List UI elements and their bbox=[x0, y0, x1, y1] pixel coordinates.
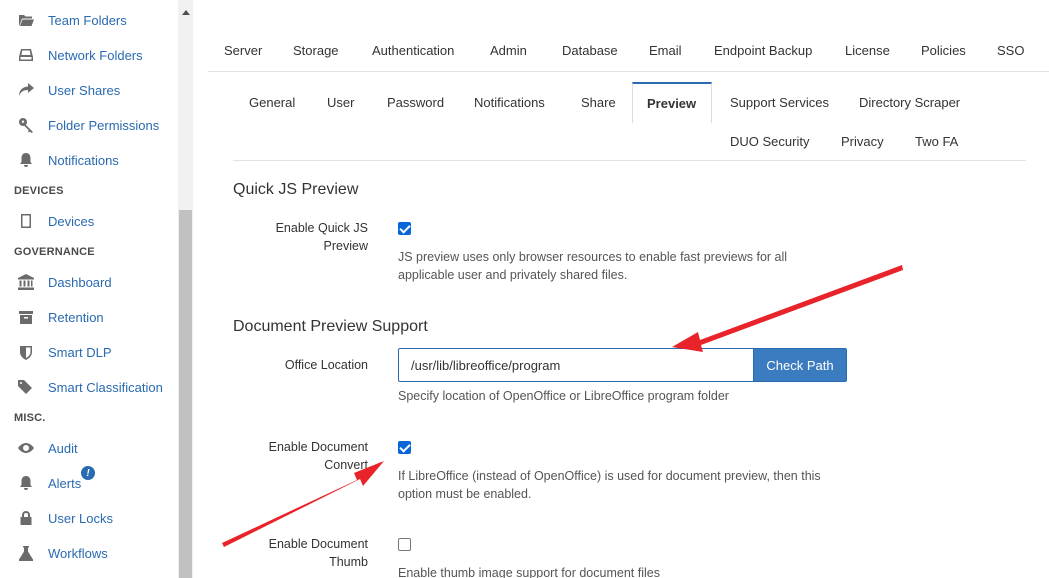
sidebar-item-label: User Shares bbox=[48, 82, 121, 98]
divider bbox=[233, 160, 1026, 161]
bell-icon bbox=[17, 151, 35, 169]
doc-thumb-label: Enable Document Thumb bbox=[193, 535, 368, 571]
settings-panel: Server Storage Authentication Admin Data… bbox=[193, 0, 1049, 578]
label-line: Enable Document bbox=[268, 440, 368, 454]
tab-license[interactable]: License bbox=[845, 43, 890, 58]
sidebar-item-retention[interactable]: Retention bbox=[0, 302, 178, 332]
sidebar-scrollbar[interactable] bbox=[178, 0, 193, 578]
sidebar-item-user-locks[interactable]: User Locks bbox=[0, 503, 178, 533]
tab-policies[interactable]: Policies bbox=[921, 43, 966, 58]
doc-convert-checkbox[interactable] bbox=[398, 441, 411, 454]
doc-thumb-checkbox[interactable] bbox=[398, 538, 411, 551]
tags-icon bbox=[17, 378, 35, 396]
subtab-password[interactable]: Password bbox=[387, 95, 444, 110]
eye-icon bbox=[17, 439, 35, 457]
office-location-label: Office Location bbox=[284, 358, 368, 372]
folder-open-icon bbox=[17, 11, 35, 29]
office-location-help: Specify location of OpenOffice or LibreO… bbox=[398, 389, 729, 403]
tab-database[interactable]: Database bbox=[562, 43, 618, 58]
sidebar-item-audit[interactable]: Audit bbox=[0, 433, 178, 463]
section-governance: GOVERNANCE bbox=[14, 246, 95, 258]
sidebar-item-team-folders[interactable]: Team Folders bbox=[0, 5, 178, 35]
sidebar-item-workflows[interactable]: Workflows bbox=[0, 538, 178, 568]
tab-authentication[interactable]: Authentication bbox=[372, 43, 454, 58]
sidebar-item-folder-permissions[interactable]: Folder Permissions bbox=[0, 110, 178, 140]
sidebar-item-label: Audit bbox=[48, 440, 78, 456]
section-title-doc-preview: Document Preview Support bbox=[233, 318, 428, 335]
sidebar-item-alerts[interactable]: Alerts ! bbox=[0, 466, 178, 498]
sidebar-item-label: Retention bbox=[48, 309, 104, 325]
subtab-share[interactable]: Share bbox=[581, 95, 616, 110]
lock-icon bbox=[17, 509, 35, 527]
label-line: Thumb bbox=[329, 555, 368, 569]
sidebar-item-label: Team Folders bbox=[48, 12, 127, 28]
shield-icon bbox=[17, 343, 35, 361]
scroll-up-arrow-icon[interactable] bbox=[178, 6, 193, 18]
sidebar-item-label: Workflows bbox=[48, 545, 108, 561]
sidebar-item-label: Folder Permissions bbox=[48, 117, 160, 133]
sidebar-item-label: Smart Classification bbox=[48, 379, 163, 395]
sidebar-item-dashboard[interactable]: Dashboard bbox=[0, 267, 178, 297]
sidebar-item-label: Alerts bbox=[48, 475, 82, 491]
tab-endpoint-backup[interactable]: Endpoint Backup bbox=[714, 43, 812, 58]
label-line: Enable Document bbox=[268, 537, 368, 551]
hdd-icon bbox=[17, 46, 35, 64]
tab-email[interactable]: Email bbox=[649, 43, 682, 58]
tab-storage[interactable]: Storage bbox=[293, 43, 339, 58]
doc-convert-label: Enable Document Convert bbox=[193, 438, 368, 474]
section-misc: MISC. bbox=[14, 412, 46, 424]
sidebar: Team Folders Network Folders User Shares… bbox=[0, 0, 178, 578]
sidebar-item-label: Notifications bbox=[48, 152, 119, 168]
sidebar-item-label: Network Folders bbox=[48, 47, 143, 63]
sidebar-item-notifications[interactable]: Notifications bbox=[0, 145, 178, 175]
subtab-support-services[interactable]: Support Services bbox=[730, 95, 829, 110]
subtab-directory-scraper[interactable]: Directory Scraper bbox=[859, 95, 960, 110]
sidebar-item-smart-classification[interactable]: Smart Classification bbox=[0, 372, 178, 402]
share-icon bbox=[17, 81, 35, 99]
label-line: Convert bbox=[324, 458, 368, 472]
bank-icon bbox=[17, 273, 35, 291]
tab-server[interactable]: Server bbox=[224, 43, 262, 58]
sidebar-item-user-shares[interactable]: User Shares bbox=[0, 75, 178, 105]
tablet-icon bbox=[17, 212, 35, 230]
quick-js-checkbox[interactable] bbox=[398, 222, 411, 235]
sidebar-item-devices[interactable]: Devices bbox=[0, 206, 178, 236]
top-tabs: Server Storage Authentication Admin Data… bbox=[208, 28, 1049, 72]
scroll-thumb[interactable] bbox=[179, 210, 192, 578]
sidebar-item-smart-dlp[interactable]: Smart DLP bbox=[0, 337, 178, 367]
sidebar-item-label: Dashboard bbox=[48, 274, 112, 290]
section-devices: DEVICES bbox=[14, 185, 64, 197]
key-icon bbox=[17, 116, 35, 134]
check-path-button[interactable]: Check Path bbox=[753, 348, 847, 382]
sidebar-item-label: Smart DLP bbox=[48, 344, 112, 360]
help-line: option must be enabled. bbox=[398, 487, 532, 501]
quick-js-help: JS preview uses only browser resources t… bbox=[398, 248, 787, 284]
alert-badge: ! bbox=[81, 466, 95, 480]
help-line: If LibreOffice (instead of OpenOffice) i… bbox=[398, 469, 821, 483]
help-line: applicable user and privately shared fil… bbox=[398, 268, 628, 282]
subtab-general[interactable]: General bbox=[249, 95, 295, 110]
bell-icon bbox=[17, 474, 35, 492]
office-location-input[interactable] bbox=[398, 348, 754, 382]
flask-icon bbox=[17, 544, 35, 562]
tab-admin[interactable]: Admin bbox=[490, 43, 527, 58]
quick-js-label: Enable Quick JS Preview bbox=[193, 219, 368, 255]
sidebar-item-label: User Locks bbox=[48, 510, 114, 526]
doc-thumb-help: Enable thumb image support for document … bbox=[398, 566, 660, 578]
subtab-preview[interactable]: Preview bbox=[647, 96, 696, 111]
subtab-duo-security[interactable]: DUO Security bbox=[730, 134, 809, 149]
subtab-notifications[interactable]: Notifications bbox=[474, 95, 545, 110]
subtab-user[interactable]: User bbox=[327, 95, 354, 110]
subtab-privacy[interactable]: Privacy bbox=[841, 134, 884, 149]
label-line: Enable Quick JS bbox=[275, 221, 368, 235]
doc-convert-help: If LibreOffice (instead of OpenOffice) i… bbox=[398, 467, 821, 503]
help-line: JS preview uses only browser resources t… bbox=[398, 250, 788, 264]
subtab-two-fa[interactable]: Two FA bbox=[915, 134, 958, 149]
section-title-quick-js: Quick JS Preview bbox=[233, 181, 359, 198]
label-line: Preview bbox=[323, 239, 368, 253]
archive-icon bbox=[17, 308, 35, 326]
sidebar-item-label: Devices bbox=[48, 213, 95, 229]
tab-sso[interactable]: SSO bbox=[997, 43, 1024, 58]
sidebar-item-network-folders[interactable]: Network Folders bbox=[0, 40, 178, 70]
